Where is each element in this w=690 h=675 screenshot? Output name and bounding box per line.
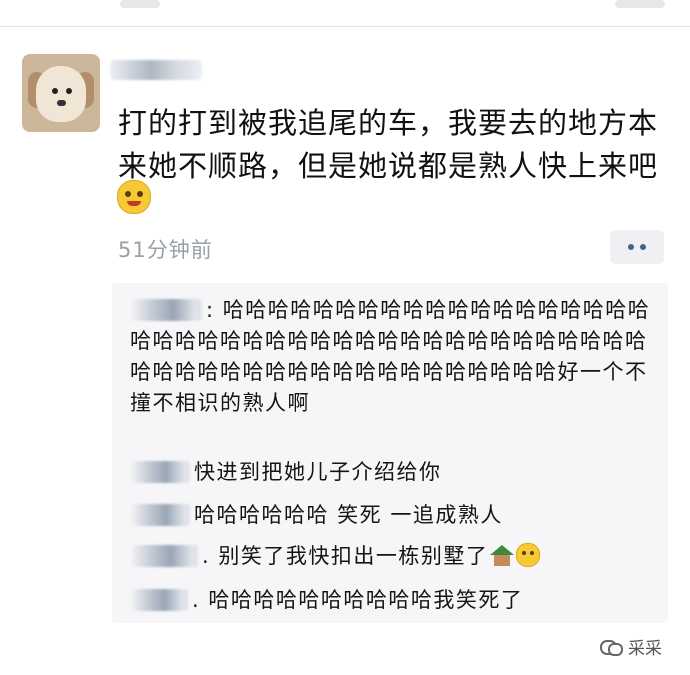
smiling-face-icon	[516, 543, 541, 567]
dot-icon	[628, 244, 634, 250]
comment-item[interactable]: . 别笑了我快扣出一栋别墅了	[130, 541, 658, 572]
blurred-commenter-name[interactable]	[130, 299, 202, 321]
avatar[interactable]	[22, 54, 100, 132]
comment-item[interactable]: . 哈哈哈哈哈哈哈哈哈哈我笑死了	[130, 585, 658, 616]
dot-icon	[640, 244, 646, 250]
blurred-username[interactable]	[110, 60, 202, 80]
more-options-button[interactable]	[610, 230, 664, 264]
blurred-header-text	[120, 0, 160, 8]
comment-text: 快进到把她儿子介绍给你	[194, 460, 442, 484]
comment-text: : 哈哈哈哈哈哈哈哈哈哈哈哈哈哈哈哈哈哈哈哈哈哈哈哈哈哈哈哈哈哈哈哈哈哈哈哈哈哈…	[130, 298, 651, 415]
post-time: 51分钟前	[118, 238, 213, 262]
dog-nose	[57, 100, 66, 106]
blurred-header-text	[615, 0, 665, 8]
dog-eye-left	[52, 88, 58, 94]
blurred-commenter-name[interactable]	[130, 504, 190, 526]
post-text: 打的打到被我追尾的车，我要去的地方本来她不顺路，但是她说都是熟人快上来吧	[118, 106, 659, 183]
comment-item[interactable]: 快进到把她儿子介绍给你	[130, 457, 658, 488]
comment-item[interactable]: 哈哈哈哈哈哈 笑死 一追成熟人	[130, 500, 658, 531]
wechat-icon	[600, 638, 623, 656]
blurred-commenter-name[interactable]	[130, 545, 198, 567]
top-bar	[0, 0, 690, 27]
comment-item[interactable]: : 哈哈哈哈哈哈哈哈哈哈哈哈哈哈哈哈哈哈哈哈哈哈哈哈哈哈哈哈哈哈哈哈哈哈哈哈哈哈…	[130, 295, 658, 419]
comment-text: 哈哈哈哈哈哈 笑死 一追成熟人	[194, 503, 503, 527]
dog-face	[36, 66, 86, 122]
blurred-commenter-name[interactable]	[130, 589, 188, 611]
blurred-commenter-name[interactable]	[130, 461, 190, 483]
watermark-text: 采采	[628, 639, 662, 659]
house-icon	[490, 545, 515, 567]
comment-list: : 哈哈哈哈哈哈哈哈哈哈哈哈哈哈哈哈哈哈哈哈哈哈哈哈哈哈哈哈哈哈哈哈哈哈哈哈哈哈…	[112, 283, 668, 623]
smiling-face-emoji	[117, 180, 151, 214]
comment-text: . 别笑了我快扣出一栋别墅了	[202, 544, 489, 568]
comment-text: . 哈哈哈哈哈哈哈哈哈哈我笑死了	[192, 588, 524, 612]
watermark: 采采	[600, 634, 662, 659]
dog-eye-right	[66, 88, 72, 94]
